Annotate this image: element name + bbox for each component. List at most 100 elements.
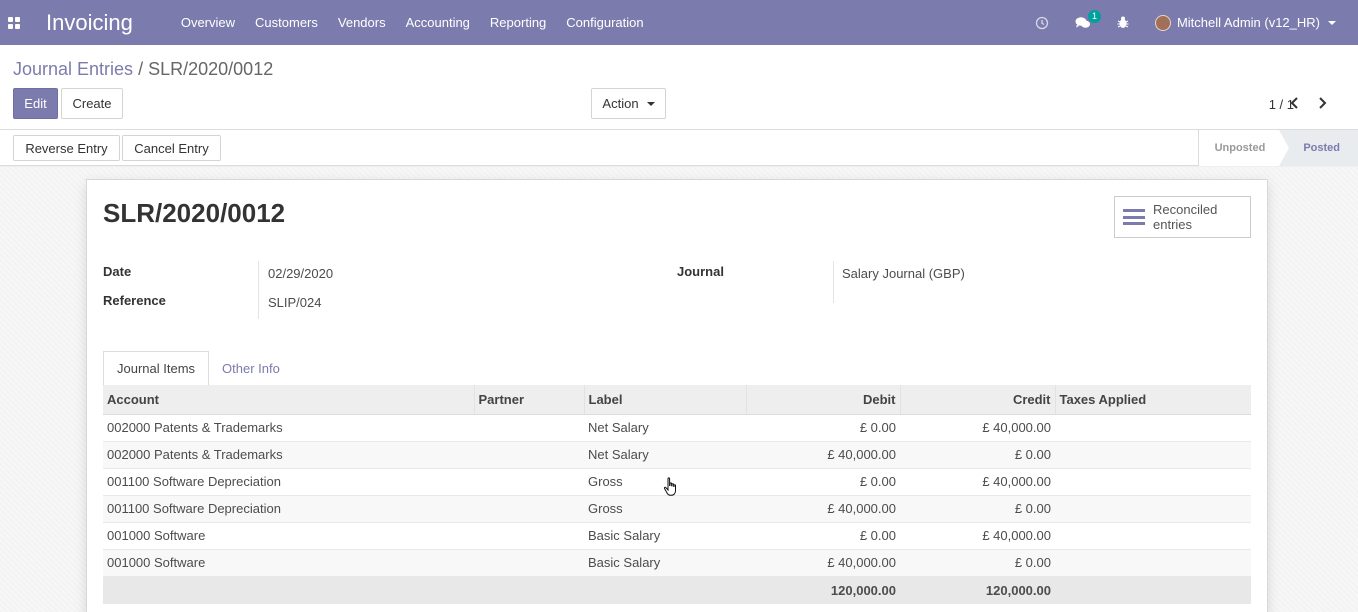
reference-value: SLIP/024 (268, 295, 322, 310)
cell-label: Basic Salary (584, 549, 746, 577)
table-row[interactable]: 001000 Software Basic Salary £ 0.00 £ 40… (103, 522, 1251, 550)
table-totals-row: 120,000.00 120,000.00 (103, 576, 1251, 604)
hand-pointer-cursor-icon (663, 477, 680, 500)
tab-journal-items[interactable]: Journal Items (103, 351, 210, 386)
status-steps: Unposted Posted (1197, 130, 1358, 166)
field-separator (258, 261, 259, 319)
edit-button[interactable]: Edit (13, 88, 58, 119)
date-label: Date (103, 264, 132, 279)
cell-credit: £ 40,000.00 (900, 522, 1055, 550)
cell-debit: £ 40,000.00 (746, 495, 900, 523)
breadcrumb-current: SLR/2020/0012 (148, 59, 274, 79)
status-posted: Posted (1279, 130, 1358, 166)
reconciled-line2: entries (1153, 217, 1193, 232)
form-sheet: SLR/2020/0012 Reconciled entries Date 02… (86, 179, 1268, 612)
table-header-row: Account Partner Label Debit Credit Taxes… (103, 385, 1251, 415)
action-dropdown-button[interactable]: Action (591, 88, 666, 119)
cell-credit: £ 0.00 (900, 549, 1055, 577)
cell-partner (474, 414, 584, 442)
activity-clock-icon[interactable] (1035, 16, 1049, 30)
cell-taxes (1055, 414, 1251, 442)
cell-taxes (1055, 441, 1251, 469)
apps-grid-icon[interactable] (8, 16, 20, 29)
tab-other-info[interactable]: Other Info (209, 351, 293, 386)
main-menu: Overview Customers Vendors Accounting Re… (181, 15, 664, 30)
reconciled-entries-button[interactable]: Reconciled entries (1114, 196, 1251, 238)
cell-partner (474, 549, 584, 577)
cell-partner (474, 522, 584, 550)
cell-debit: £ 0.00 (746, 468, 900, 496)
cell-taxes (1055, 495, 1251, 523)
cell-account: 001000 Software (103, 522, 474, 550)
cell-account: 002000 Patents & Trademarks (103, 414, 474, 442)
col-taxes[interactable]: Taxes Applied (1055, 385, 1251, 415)
menu-customers[interactable]: Customers (255, 15, 318, 30)
menu-overview[interactable]: Overview (181, 15, 235, 30)
total-credit: 120,000.00 (900, 576, 1055, 604)
cell-taxes (1055, 549, 1251, 577)
cell-label: Net Salary (584, 414, 746, 442)
field-separator (833, 261, 834, 303)
control-panel: Journal Entries / SLR/2020/0012 Edit Cre… (0, 45, 1358, 130)
cell-debit: £ 0.00 (746, 522, 900, 550)
status-unposted: Unposted (1197, 130, 1280, 166)
cell-partner (474, 468, 584, 496)
cell-account: 001000 Software (103, 549, 474, 577)
reverse-entry-button[interactable]: Reverse Entry (13, 135, 120, 161)
form-statusbar: Reverse Entry Cancel Entry Unposted Post… (0, 130, 1358, 166)
menu-reporting[interactable]: Reporting (490, 15, 546, 30)
col-credit[interactable]: Credit (900, 385, 1056, 415)
col-account[interactable]: Account (103, 385, 475, 415)
journal-label: Journal (677, 264, 724, 279)
cell-credit: £ 0.00 (900, 495, 1055, 523)
total-debit: 120,000.00 (746, 576, 900, 604)
cell-partner (474, 441, 584, 469)
col-partner[interactable]: Partner (474, 385, 585, 415)
create-button[interactable]: Create (61, 88, 123, 119)
col-label[interactable]: Label (584, 385, 747, 415)
cancel-entry-button[interactable]: Cancel Entry (122, 135, 221, 161)
cell-debit: £ 0.00 (746, 414, 900, 442)
cell-label: Basic Salary (584, 522, 746, 550)
user-menu[interactable]: Mitchell Admin (v12_HR) (1154, 14, 1336, 31)
navbar-right: 1 Mitchell Admin (v12_HR) (1035, 0, 1358, 45)
pager-next-icon[interactable] (1312, 92, 1332, 114)
app-brand[interactable]: Invoicing (46, 10, 133, 36)
cell-account: 002000 Patents & Trademarks (103, 441, 474, 469)
entry-title: SLR/2020/0012 (103, 198, 286, 228)
caret-down-icon (646, 101, 655, 106)
cell-account: 001100 Software Depreciation (103, 468, 474, 496)
action-label: Action (602, 96, 639, 111)
table-row[interactable]: 002000 Patents & Trademarks Net Salary £… (103, 414, 1251, 442)
menu-configuration[interactable]: Configuration (566, 15, 643, 30)
date-value: 02/29/2020 (268, 266, 334, 281)
menu-vendors[interactable]: Vendors (338, 15, 386, 30)
debug-bug-icon[interactable] (1117, 16, 1129, 29)
top-navbar: Invoicing Overview Customers Vendors Acc… (0, 0, 1358, 45)
table-row[interactable]: 002000 Patents & Trademarks Net Salary £… (103, 441, 1251, 469)
cell-credit: £ 40,000.00 (900, 414, 1055, 442)
reconciled-entries-label: Reconciled entries (1153, 202, 1217, 232)
menu-accounting[interactable]: Accounting (406, 15, 470, 30)
pager-previous-icon[interactable] (1284, 92, 1304, 114)
breadcrumb-journal-entries[interactable]: Journal Entries (13, 59, 133, 79)
user-avatar (1154, 14, 1171, 31)
col-debit[interactable]: Debit (746, 385, 901, 415)
cell-taxes (1055, 468, 1251, 496)
user-name: Mitchell Admin (v12_HR) (1176, 15, 1320, 30)
reconciled-line1: Reconciled (1153, 202, 1218, 217)
cell-label: Net Salary (584, 441, 746, 469)
reference-label: Reference (103, 293, 166, 308)
journal-value: Salary Journal (GBP) (842, 266, 965, 281)
list-bars-icon (1123, 209, 1145, 225)
breadcrumb: Journal Entries / SLR/2020/0012 (13, 59, 273, 80)
breadcrumb-separator: / (138, 59, 144, 79)
chevron-down-icon (1328, 20, 1336, 25)
notebook-tabs: Journal Items Other Info (103, 351, 293, 386)
cell-taxes (1055, 522, 1251, 550)
table-row[interactable]: 001000 Software Basic Salary £ 40,000.00… (103, 549, 1251, 577)
chat-messages-icon[interactable]: 1 (1075, 9, 1101, 30)
cell-partner (474, 495, 584, 523)
chat-badge: 1 (1087, 9, 1101, 23)
cell-credit: £ 40,000.00 (900, 468, 1055, 496)
